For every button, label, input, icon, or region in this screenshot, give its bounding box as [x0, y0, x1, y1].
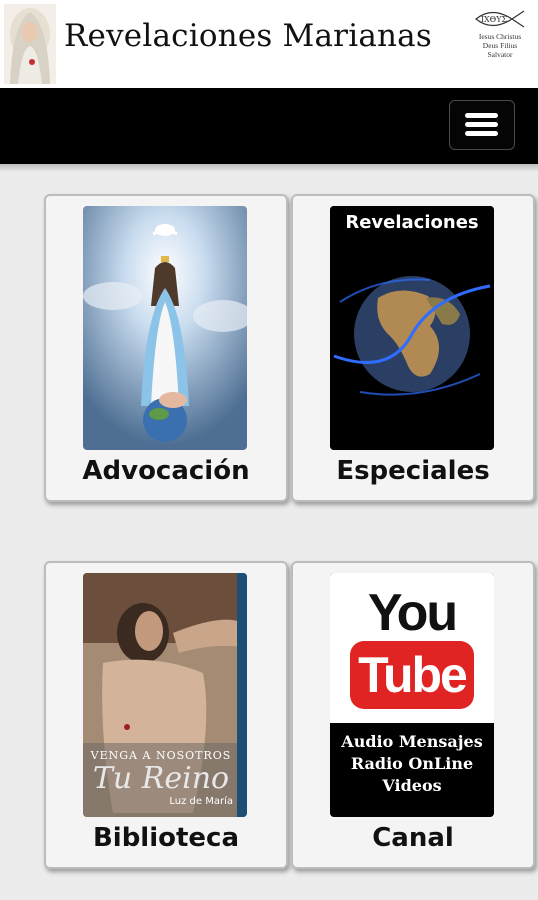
image-title: Revelaciones: [345, 212, 479, 233]
youtube-tube-text: Tube: [358, 647, 468, 703]
youtube-line-2: Radio OnLine: [350, 754, 474, 773]
book-cover-image: VENGA A NOSOTROS Tu Reino Luz de María: [83, 573, 247, 817]
card-canal[interactable]: You Tube Audio Mensajes Radio OnLine Vid…: [291, 561, 535, 869]
navbar: [0, 88, 538, 164]
card-biblioteca[interactable]: VENGA A NOSOTROS Tu Reino Luz de María B…: [44, 561, 288, 869]
virgin-mary-logo: [4, 4, 56, 84]
motto-line-2: Deus Filius Salvator: [482, 41, 518, 59]
menu-button[interactable]: [449, 100, 515, 150]
app-title: Revelaciones Marianas: [64, 18, 432, 54]
youtube-image: You Tube Audio Mensajes Radio OnLine Vid…: [330, 573, 494, 817]
book-author: Luz de María: [169, 796, 233, 807]
card-label: Biblioteca: [92, 823, 240, 853]
earth-globe-image: Revelaciones: [330, 206, 494, 450]
motto-line-1: Iesus Christus: [478, 32, 522, 41]
youtube-you-text: You: [367, 584, 458, 642]
emblem-word: IXΘYΣ: [481, 15, 508, 24]
hamburger-menu-icon: [465, 113, 498, 118]
app-header: Revelaciones Marianas IXΘYΣ Iesus Christ…: [0, 0, 538, 88]
ichthys-fish-icon: IXΘYΣ: [475, 10, 525, 28]
card-label: Especiales: [336, 456, 490, 486]
youtube-line-3: Videos: [382, 776, 442, 795]
ichthys-emblem: IXΘYΣ Iesus Christus Deus Filius Salvato…: [470, 8, 530, 59]
card-label: Advocación: [82, 456, 250, 486]
book-line-2: Tu Reino: [92, 761, 230, 796]
youtube-tube-badge: Tube: [350, 641, 474, 709]
card-label: Canal: [372, 823, 454, 853]
card-advocacion[interactable]: Advocación: [44, 194, 288, 502]
card-especiales[interactable]: Revelaciones Especiales: [291, 194, 535, 502]
virgin-mary-image: [83, 206, 247, 450]
youtube-line-1: Audio Mensajes: [341, 732, 483, 751]
